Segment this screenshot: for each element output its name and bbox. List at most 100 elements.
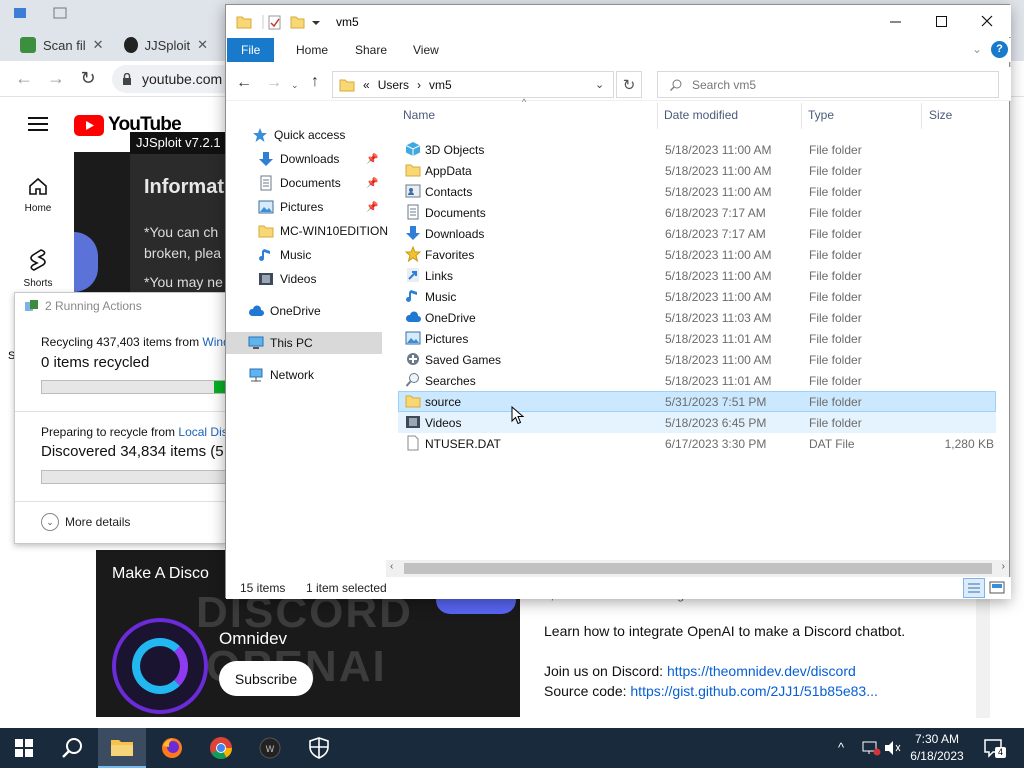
file-row[interactable]: Favorites 5/18/2023 11:00 AM File folder bbox=[398, 244, 996, 265]
taskbar-search-button[interactable] bbox=[48, 728, 96, 768]
windows-logo-icon bbox=[15, 739, 33, 757]
search-icon bbox=[62, 738, 82, 758]
nav-item-videos[interactable]: Videos bbox=[226, 268, 386, 290]
file-row[interactable]: Pictures 5/18/2023 11:01 AM File folder bbox=[398, 328, 996, 349]
tab-view[interactable]: View bbox=[399, 38, 453, 62]
scroll-right-icon[interactable]: › bbox=[1002, 561, 1005, 572]
browser-tab-scan[interactable]: Scan fil ✕ bbox=[12, 31, 116, 59]
file-row[interactable]: Contacts 5/18/2023 11:00 AM File folder bbox=[398, 181, 996, 202]
tab-home[interactable]: Home bbox=[282, 38, 342, 62]
channel-name[interactable]: Omnidev bbox=[219, 629, 287, 649]
discord-link[interactable]: https://theomnidev.dev/discord bbox=[667, 663, 856, 679]
title-bar[interactable]: vm5 bbox=[226, 5, 1011, 37]
maximize-button[interactable] bbox=[918, 5, 964, 37]
up-arrow-icon[interactable]: ↑ bbox=[311, 73, 319, 91]
column-header-size[interactable]: Size bbox=[929, 108, 952, 122]
nav-item-onedrive[interactable]: OneDrive bbox=[226, 300, 386, 322]
scrollbar-thumb[interactable] bbox=[404, 563, 992, 574]
tab-file[interactable]: File bbox=[227, 38, 275, 62]
file-row[interactable]: NTUSER.DAT 6/17/2023 3:30 PM DAT File 1,… bbox=[398, 433, 996, 454]
hamburger-menu-icon[interactable] bbox=[28, 116, 48, 132]
browser-tab-jjsploit[interactable]: JJSploit ✕ bbox=[116, 31, 216, 59]
nav-label: Documents bbox=[280, 176, 341, 190]
back-arrow-icon[interactable]: ← bbox=[14, 68, 34, 88]
file-row[interactable]: 3D Objects 5/18/2023 11:00 AM File folde… bbox=[398, 139, 996, 160]
file-row-selected[interactable]: source 5/31/2023 7:51 PM File folder bbox=[398, 391, 996, 412]
large-icons-view-button[interactable] bbox=[988, 579, 1006, 597]
pin-icon[interactable]: 📌 bbox=[366, 154, 378, 165]
nav-item-documents[interactable]: Documents 📌 bbox=[226, 172, 386, 194]
column-divider[interactable] bbox=[801, 103, 802, 129]
column-divider[interactable] bbox=[921, 103, 922, 129]
breadcrumb-vm5[interactable]: vm5 bbox=[429, 78, 452, 92]
tab-share[interactable]: Share bbox=[341, 38, 401, 62]
address-bar[interactable]: « Users › vm5 ⌄ bbox=[332, 71, 614, 98]
start-button[interactable] bbox=[0, 728, 48, 768]
source-code-link[interactable]: https://gist.github.com/2JJ1/51b85e83... bbox=[630, 683, 878, 699]
address-dropdown-icon[interactable]: ⌄ bbox=[595, 78, 604, 91]
taskbar-file-explorer[interactable] bbox=[98, 728, 146, 768]
taskbar-security[interactable] bbox=[295, 728, 343, 768]
close-button[interactable] bbox=[964, 5, 1010, 37]
column-divider[interactable] bbox=[657, 103, 658, 129]
system-clock[interactable]: 7:30 AM 6/18/2023 bbox=[904, 731, 970, 765]
pin-icon[interactable]: 📌 bbox=[366, 202, 378, 213]
page-scrollbar[interactable] bbox=[976, 598, 990, 718]
breadcrumb-users[interactable]: Users bbox=[378, 78, 409, 92]
contacts-icon bbox=[405, 184, 421, 198]
sidebar-label: Home bbox=[24, 203, 52, 214]
close-icon[interactable]: ✕ bbox=[93, 37, 104, 53]
expand-ribbon-icon[interactable]: ⌄ bbox=[972, 42, 982, 56]
file-name: Pictures bbox=[425, 332, 469, 346]
column-header-date[interactable]: Date modified bbox=[664, 108, 738, 122]
help-icon[interactable]: ? bbox=[991, 41, 1008, 58]
address-overflow-icon[interactable]: « bbox=[363, 78, 370, 92]
forward-arrow-icon[interactable]: → bbox=[266, 74, 282, 92]
file-row[interactable]: Saved Games 5/18/2023 11:00 AM File fold… bbox=[398, 349, 996, 370]
nav-item-this-pc[interactable]: This PC bbox=[226, 332, 382, 354]
file-row-hover[interactable]: Videos 5/18/2023 6:45 PM File folder bbox=[398, 412, 996, 433]
nav-item-mc-win10edition[interactable]: MC-WIN10EDITION bbox=[226, 220, 388, 242]
action-center-button[interactable]: 4 bbox=[982, 736, 1006, 760]
details-view-button[interactable] bbox=[963, 578, 985, 598]
forward-arrow-icon[interactable]: → bbox=[46, 68, 66, 88]
file-row[interactable]: Music 5/18/2023 11:00 AM File folder bbox=[398, 286, 996, 307]
file-row[interactable]: Downloads 6/18/2023 7:17 AM File folder bbox=[398, 223, 996, 244]
show-hidden-icons-button[interactable]: ^ bbox=[838, 740, 844, 755]
taskbar-jjsploit[interactable]: W bbox=[246, 728, 294, 768]
task2-source-link[interactable]: Local Dis bbox=[178, 425, 227, 439]
scroll-left-icon[interactable]: ‹ bbox=[390, 561, 393, 572]
network-status-icon[interactable] bbox=[862, 740, 882, 756]
sidebar-item-home[interactable]: Home bbox=[14, 175, 62, 214]
taskbar-chrome[interactable] bbox=[197, 728, 245, 768]
recent-locations-icon[interactable]: ⌄ bbox=[291, 80, 299, 91]
refresh-button[interactable]: ↻ bbox=[616, 71, 642, 98]
channel-avatar[interactable] bbox=[112, 618, 208, 714]
file-row[interactable]: AppData 5/18/2023 11:00 AM File folder bbox=[398, 160, 996, 181]
jjsploit-favicon-icon bbox=[124, 37, 138, 53]
taskbar-firefox[interactable] bbox=[148, 728, 196, 768]
nav-item-quick-access[interactable]: Quick access bbox=[226, 124, 386, 146]
file-row[interactable]: Links 5/18/2023 11:00 AM File folder bbox=[398, 265, 996, 286]
back-arrow-icon[interactable]: ← bbox=[236, 74, 252, 92]
more-details-toggle[interactable]: ⌄ More details bbox=[41, 513, 130, 531]
nav-item-network[interactable]: Network bbox=[226, 364, 386, 386]
nav-label: Network bbox=[270, 368, 315, 382]
reload-icon[interactable]: ↻ bbox=[78, 68, 98, 88]
column-header-name[interactable]: Name bbox=[403, 108, 435, 122]
volume-muted-icon[interactable] bbox=[884, 740, 902, 756]
nav-item-downloads[interactable]: Downloads 📌 bbox=[226, 148, 386, 170]
file-row[interactable]: Documents 6/18/2023 7:17 AM File folder bbox=[398, 202, 996, 223]
nav-item-music[interactable]: Music bbox=[226, 244, 386, 266]
close-icon[interactable]: ✕ bbox=[197, 37, 208, 53]
minimize-button[interactable] bbox=[872, 5, 918, 37]
file-date: 5/18/2023 11:03 AM bbox=[665, 311, 772, 325]
column-header-type[interactable]: Type bbox=[808, 108, 834, 122]
subscribe-button[interactable]: Subscribe bbox=[219, 661, 313, 696]
file-row[interactable]: OneDrive 5/18/2023 11:03 AM File folder bbox=[398, 307, 996, 328]
file-row[interactable]: Searches 5/18/2023 11:01 AM File folder bbox=[398, 370, 996, 391]
pin-icon[interactable]: 📌 bbox=[366, 178, 378, 189]
search-box[interactable]: Search vm5 bbox=[657, 71, 999, 98]
nav-item-pictures[interactable]: Pictures 📌 bbox=[226, 196, 386, 218]
sidebar-item-shorts[interactable]: Shorts bbox=[14, 248, 62, 289]
